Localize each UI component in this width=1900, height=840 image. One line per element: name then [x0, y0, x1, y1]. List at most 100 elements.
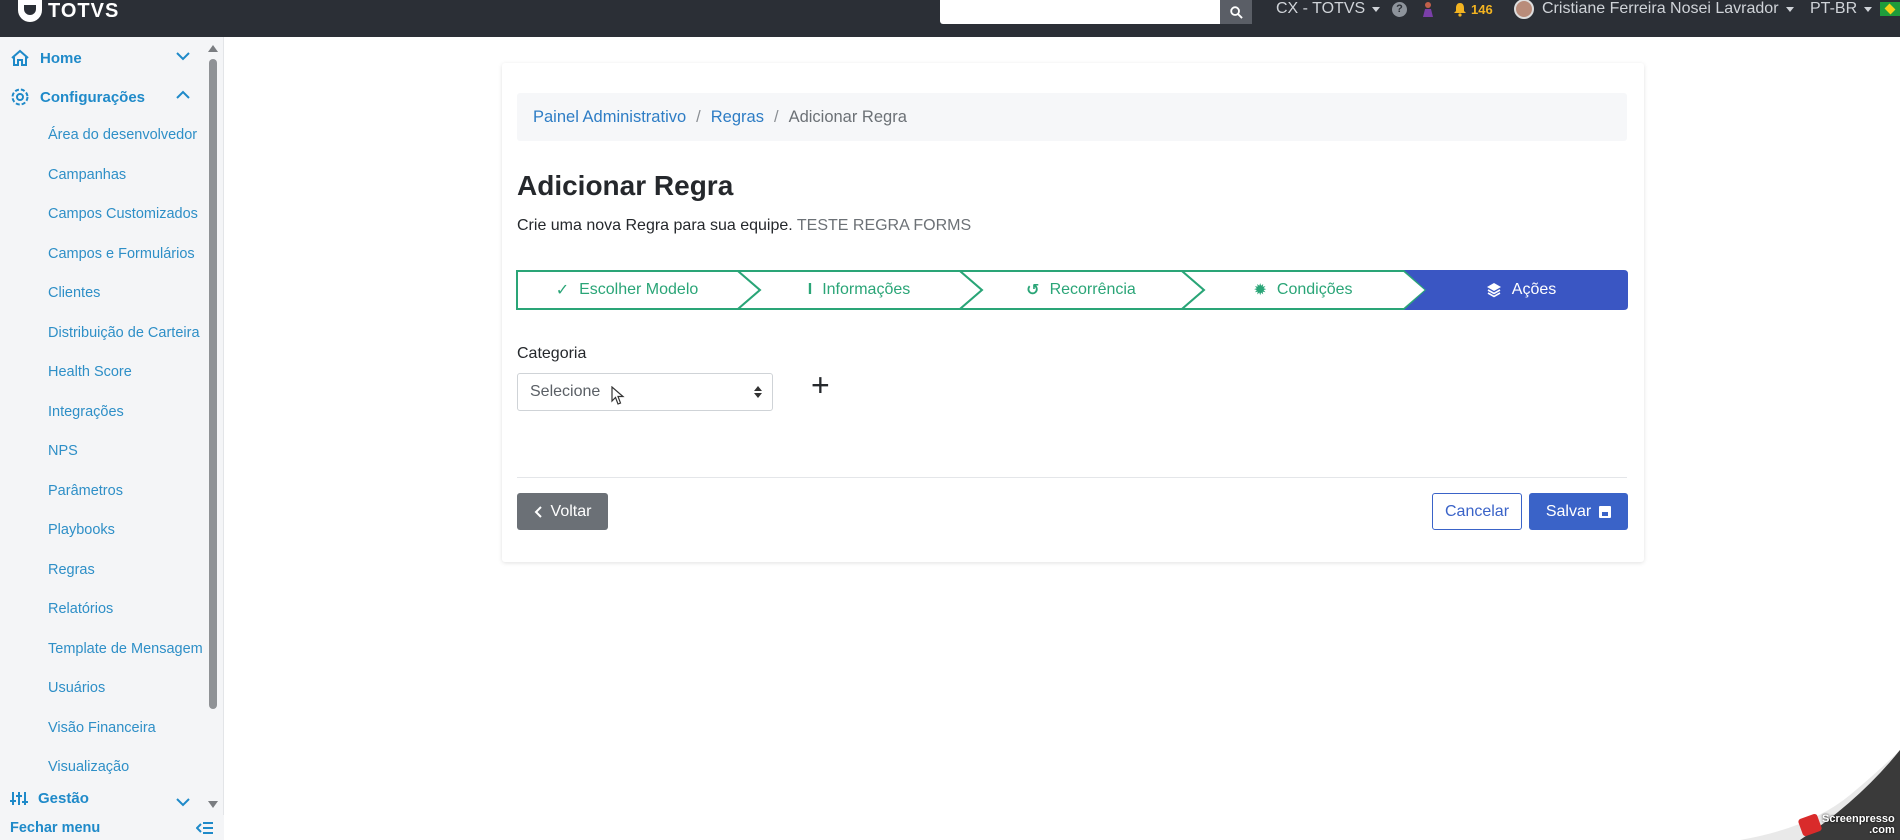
scroll-up-arrow-icon[interactable]: [208, 45, 218, 52]
caret-down-icon: [1864, 6, 1873, 12]
user-menu[interactable]: Cristiane Ferreira Nosei Lavrador: [1514, 0, 1794, 19]
avatar: [1514, 0, 1534, 19]
step-recorrencia[interactable]: ↺ Recorrência: [970, 270, 1192, 310]
language-label: PT-BR: [1810, 0, 1858, 17]
category-label: Categoria: [517, 345, 587, 362]
add-category-button[interactable]: +: [811, 369, 830, 401]
category-select[interactable]: Selecione: [517, 373, 773, 411]
search-button[interactable]: [1220, 0, 1252, 24]
search-input[interactable]: [940, 0, 1220, 24]
chevron-up-icon: [176, 90, 190, 99]
close-menu-button[interactable]: Fechar menu: [0, 815, 224, 840]
sidebar-item-parametros[interactable]: Parâmetros: [48, 483, 123, 499]
help-button[interactable]: ?: [1392, 0, 1407, 18]
step-acoes[interactable]: Ações: [1414, 270, 1628, 310]
layers-icon: [1486, 283, 1501, 298]
top-navbar: TOTVS CX - TOTVS ? 146 Cristiane Ferreir…: [0, 0, 1900, 37]
floppy-disk-icon: [1599, 505, 1612, 518]
sidebar-item-relatorios[interactable]: Relatórios: [48, 601, 113, 617]
logo-text: TOTVS: [48, 0, 120, 22]
page-description: Crie uma nova Regra para sua equipe. TES…: [517, 217, 971, 235]
sidebar-item-campanhas[interactable]: Campanhas: [48, 167, 126, 183]
breadcrumb-separator: /: [773, 107, 779, 126]
sidebar-item-visualizacao[interactable]: Visualização: [48, 759, 129, 775]
sidebar-item-gestao[interactable]: Gestão: [10, 785, 190, 807]
sidebar-item-regras[interactable]: Regras: [48, 562, 95, 578]
sidebar-item-distribuicao-carteira[interactable]: Distribuição de Carteira: [48, 325, 200, 341]
sidebar-item-playbooks[interactable]: Playbooks: [48, 522, 115, 538]
breadcrumb-separator: /: [696, 107, 701, 126]
sidebar-item-campos-formularios[interactable]: Campos e Formulários: [48, 246, 195, 262]
cancel-button[interactable]: Cancelar: [1432, 493, 1522, 530]
agent-button[interactable]: [1421, 0, 1435, 18]
wizard-stepper: ✓ Escolher Modelo I Informações ↺ Recorr…: [516, 270, 1628, 310]
breadcrumb-current: Adicionar Regra: [788, 107, 907, 126]
collapse-menu-icon: [196, 821, 213, 834]
step-condicoes[interactable]: ✹ Condições: [1192, 270, 1414, 310]
double-check-icon: ✓: [555, 282, 570, 299]
rule-name: TESTE REGRA FORMS: [796, 217, 972, 234]
scroll-down-arrow-icon[interactable]: [208, 801, 218, 808]
sidebar-item-visao-financeira[interactable]: Visão Financeira: [48, 720, 156, 736]
gear-icon: ✹: [1253, 282, 1267, 299]
person-icon: [1423, 2, 1433, 17]
sidebar-item-clientes[interactable]: Clientes: [48, 285, 100, 301]
sidebar-item-nps[interactable]: NPS: [48, 443, 78, 459]
breadcrumb-painel-administrativo[interactable]: Painel Administrativo: [533, 108, 686, 127]
sidebar-item-home[interactable]: Home: [10, 45, 190, 71]
sidebar-item-label: Home: [40, 49, 82, 67]
sidebar-scrollbar[interactable]: [207, 45, 219, 815]
sidebar-item-campos-customizados[interactable]: Campos Customizados: [48, 206, 198, 222]
breadcrumb: Painel Administrativo / Regras / Adicion…: [517, 93, 1627, 141]
sidebar-item-health-score[interactable]: Health Score: [48, 364, 132, 380]
undo-icon: ↺: [1026, 282, 1040, 299]
step-label: Ações: [1511, 281, 1557, 298]
breadcrumb-regras[interactable]: Regras: [711, 108, 764, 127]
step-informacoes[interactable]: I Informações: [748, 270, 970, 310]
notification-count: 146: [1471, 1, 1493, 17]
save-label: Salvar: [1545, 502, 1592, 520]
totvs-logo[interactable]: TOTVS: [18, 0, 119, 22]
sidebar-item-label: Configurações: [40, 88, 146, 106]
form-divider: [517, 477, 1627, 478]
chevron-down-icon: [176, 798, 190, 807]
brazil-flag-icon: [1880, 2, 1900, 16]
close-menu-label: Fechar menu: [10, 819, 101, 836]
back-label: Voltar: [550, 502, 592, 520]
rule-form-card: Painel Administrativo / Regras / Adicion…: [502, 63, 1644, 562]
sidebar: Home Configurações Área do desenvolvedor…: [0, 37, 224, 840]
step-escolher-modelo[interactable]: ✓ Escolher Modelo: [516, 270, 738, 310]
caret-down-icon: [1785, 6, 1794, 12]
step-label: Condições: [1276, 281, 1353, 298]
bell-icon: [1454, 2, 1466, 17]
cancel-label: Cancelar: [1444, 502, 1510, 520]
watermark-text: Screenpresso .com: [1822, 814, 1895, 836]
caret-down-icon: [1372, 6, 1381, 12]
text-cursor-icon: I: [807, 281, 813, 298]
home-icon: [11, 49, 29, 66]
sidebar-item-label: Gestão: [38, 789, 89, 807]
help-icon: ?: [1392, 1, 1407, 17]
step-label: Escolher Modelo: [579, 281, 699, 298]
language-dropdown[interactable]: PT-BR: [1810, 0, 1900, 18]
chevron-down-icon: [176, 52, 190, 61]
step-label: Informações: [822, 281, 911, 298]
sidebar-item-usuarios[interactable]: Usuários: [48, 680, 105, 696]
workspace-dropdown[interactable]: CX - TOTVS: [1276, 0, 1381, 18]
page-description-text: Crie uma nova Regra para sua equipe.: [517, 217, 793, 234]
notifications-button[interactable]: 146: [1453, 0, 1493, 18]
sliders-icon: [10, 792, 28, 805]
sidebar-item-template-mensagem[interactable]: Template de Mensagem: [48, 641, 203, 657]
sidebar-item-area-desenvolvedor[interactable]: Área do desenvolvedor: [48, 127, 197, 143]
workspace-label: CX - TOTVS: [1276, 0, 1366, 17]
watermark-domain: .com: [1869, 824, 1895, 836]
gear-icon: [11, 88, 29, 106]
search-icon: [1229, 5, 1243, 19]
save-button[interactable]: Salvar: [1529, 493, 1628, 530]
sidebar-item-integracoes[interactable]: Integrações: [48, 404, 124, 420]
scroll-thumb[interactable]: [209, 59, 217, 709]
back-button[interactable]: Voltar: [517, 493, 608, 530]
sidebar-item-configuracoes[interactable]: Configurações: [10, 84, 190, 110]
step-label: Recorrência: [1049, 281, 1136, 298]
user-name: Cristiane Ferreira Nosei Lavrador: [1542, 0, 1779, 17]
